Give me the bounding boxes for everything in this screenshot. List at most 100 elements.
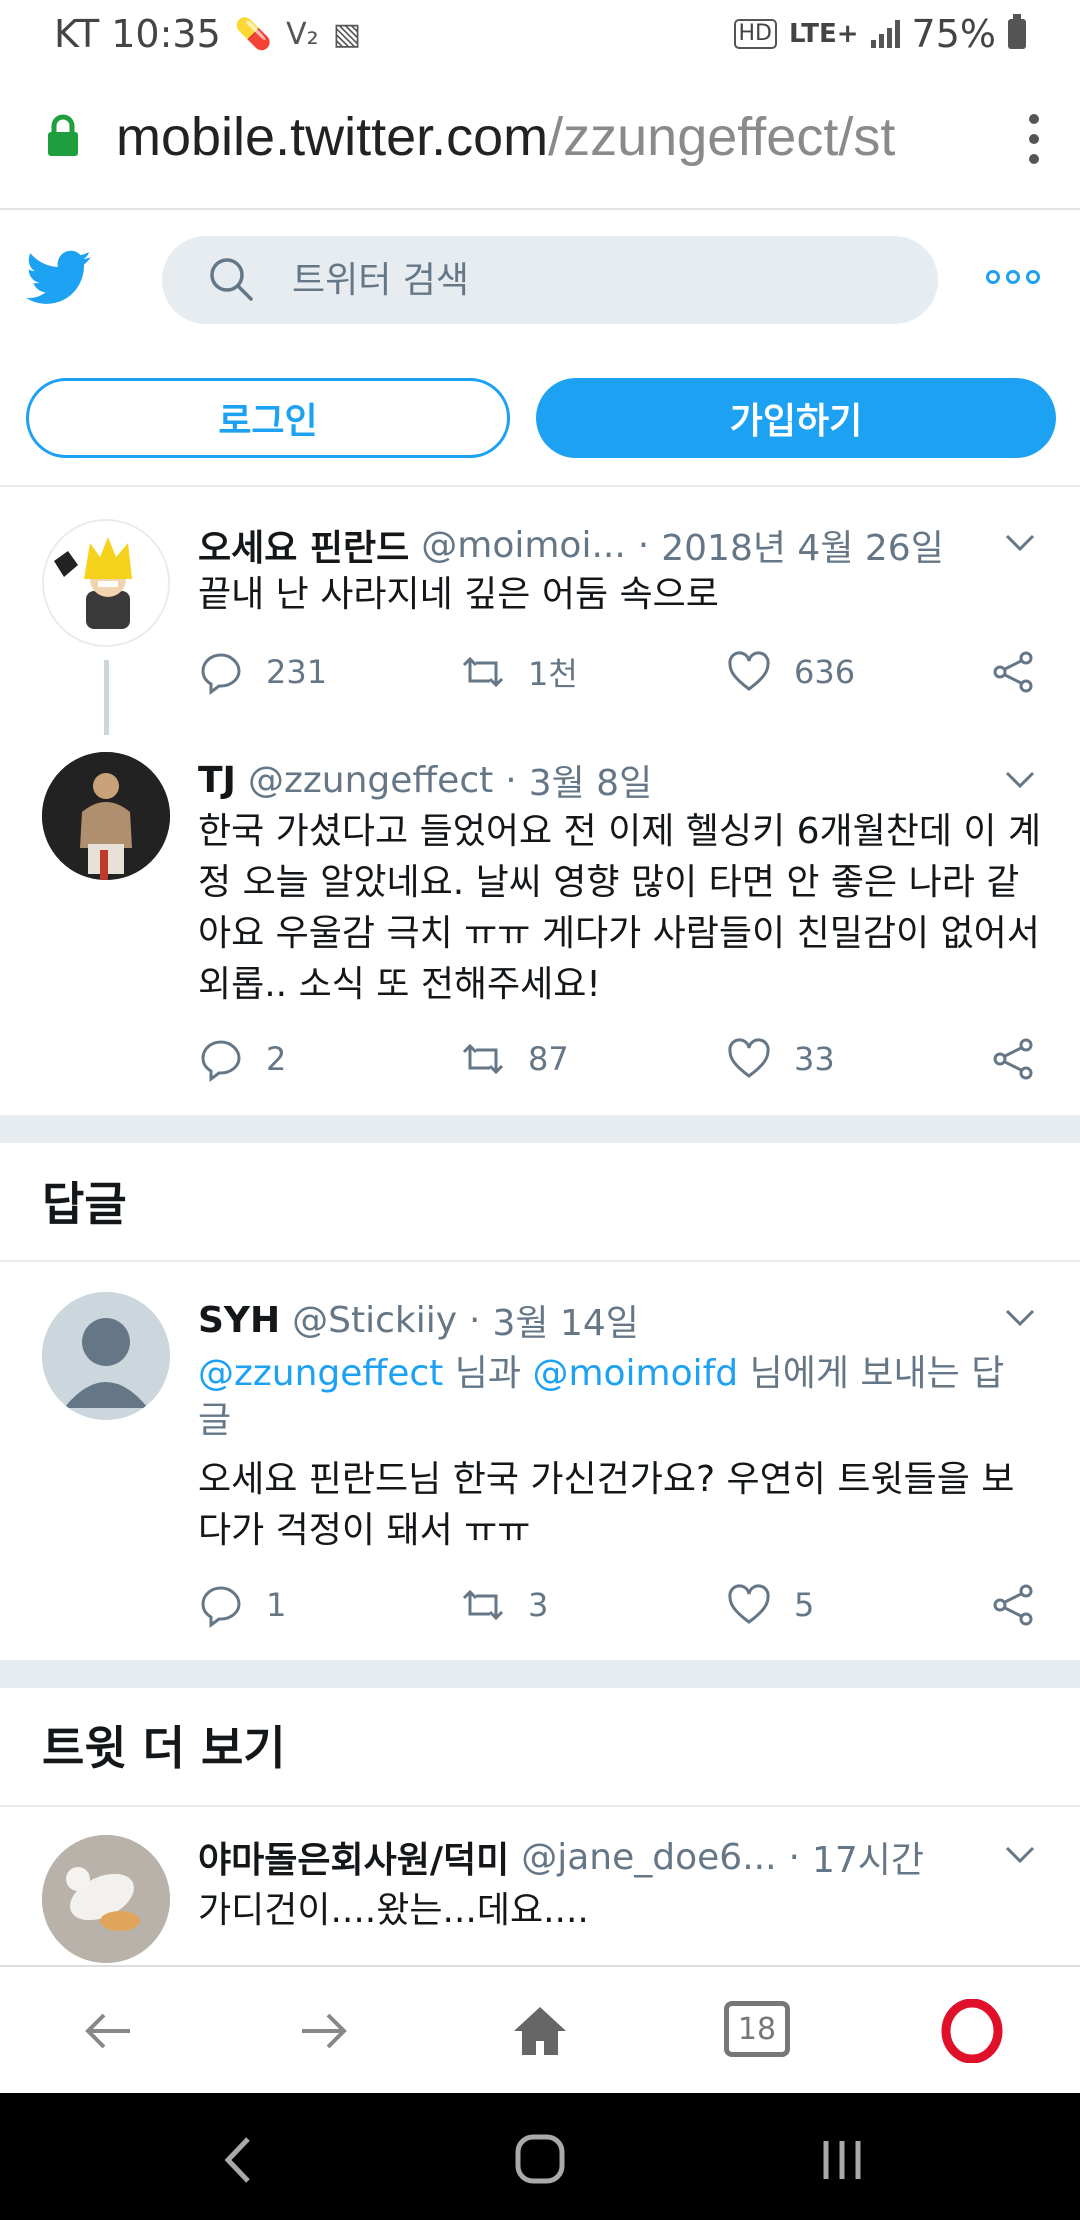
status-right: HD LTE+ 75% (733, 12, 1026, 56)
like-action[interactable]: 33 (726, 1036, 835, 1082)
thread-line (104, 660, 109, 735)
tweet-date[interactable]: 17시간 (812, 1831, 924, 1883)
android-recents-icon[interactable] (820, 2135, 864, 2185)
tweet-date[interactable]: 3월 8일 (529, 754, 653, 806)
heart-icon (728, 1584, 770, 1624)
search-box[interactable] (162, 236, 938, 324)
retweet-count: 3 (528, 1586, 549, 1624)
separator-dot: · (469, 1299, 481, 1341)
status-bar: KT 10:35 💊 V₂ ▧ HD LTE+ 75% (0, 0, 1080, 66)
mention-link[interactable]: @moimoifd (532, 1353, 738, 1394)
retweet-count: 87 (528, 1040, 569, 1078)
url-host: mobile.twitter.com (116, 107, 549, 167)
tweet-original[interactable]: 오세요 핀란드 @moimoi... · 2018년 4월 26일 끝내 난 사… (0, 489, 1080, 725)
avatar[interactable] (42, 1835, 170, 1963)
tweet-actions: 1 3 5 (198, 1582, 1044, 1632)
url-text[interactable]: mobile.twitter.com/zzungeffect/st (116, 106, 976, 168)
replies-heading: 답글 (42, 1177, 127, 1231)
home-icon[interactable] (508, 1999, 572, 2063)
opera-logo-icon[interactable] (940, 1999, 1004, 2063)
author-name[interactable]: 오세요 핀란드 (198, 519, 409, 571)
avatar-photo (42, 752, 170, 880)
share-icon (993, 1038, 1033, 1080)
hd-voice-icon: HD (733, 19, 777, 49)
more-tweets-heading: 트윗 더 보기 (42, 1721, 286, 1775)
more-tweet[interactable]: 야마돌은회사원/덕미 @jane_doe6... · 17시간 가디건이....… (0, 1807, 1080, 1965)
chevron-down-icon[interactable] (1004, 533, 1036, 553)
signal-icon (870, 20, 900, 48)
carrier-time: KT 10:35 (54, 12, 221, 56)
twitter-header: 로그인 가입하기 (0, 212, 1080, 487)
retweet-action[interactable]: 87 (460, 1036, 569, 1082)
reply-count: 1 (266, 1586, 287, 1624)
browser-bottom-nav: 18 (0, 1965, 1080, 2093)
browser-menu-icon[interactable] (1026, 114, 1042, 164)
avatar[interactable] (42, 519, 170, 647)
android-home-icon[interactable] (514, 2133, 566, 2185)
mention-link[interactable]: @zzungeffect (198, 1353, 443, 1394)
section-divider (0, 1660, 1080, 1688)
retweet-action[interactable]: 3 (460, 1582, 548, 1628)
retweet-icon (462, 656, 504, 688)
reply-action[interactable]: 2 (198, 1036, 286, 1082)
retweet-count: 1천 (528, 655, 578, 693)
default-avatar-icon (42, 1292, 170, 1420)
tweet-header: TJ @zzungeffect · 3월 8일 (198, 754, 652, 806)
tweet-main[interactable]: TJ @zzungeffect · 3월 8일 한국 가셨다고 들었어요 전 이… (0, 740, 1080, 1110)
author-handle[interactable]: @zzungeffect (248, 760, 493, 801)
url-bar[interactable]: mobile.twitter.com/zzungeffect/st (0, 66, 1080, 210)
signup-button[interactable]: 가입하기 (536, 378, 1056, 458)
login-button[interactable]: 로그인 (26, 378, 510, 458)
section-divider (0, 1115, 1080, 1143)
tweet-text: 가디건이....왔는...데요.... (198, 1890, 589, 1931)
author-handle[interactable]: @jane_doe6... (521, 1837, 776, 1878)
tweet-date[interactable]: 2018년 4월 26일 (661, 519, 944, 571)
like-count: 636 (794, 653, 856, 691)
separator-dot: · (788, 1836, 800, 1878)
share-icon (993, 651, 1033, 693)
reply-icon (201, 653, 241, 695)
like-action[interactable]: 5 (726, 1582, 814, 1628)
share-icon (993, 1584, 1033, 1626)
more-options-icon[interactable] (986, 270, 1040, 284)
battery-icon (1008, 14, 1026, 49)
twitter-bird-icon[interactable] (26, 248, 92, 308)
share-action[interactable] (990, 1036, 1036, 1082)
retweet-icon (462, 1043, 504, 1075)
author-name[interactable]: 야마돌은회사원/덕미 (198, 1831, 509, 1883)
share-action[interactable] (990, 649, 1036, 695)
back-arrow-icon[interactable] (76, 1999, 140, 2063)
chevron-down-icon[interactable] (1004, 770, 1036, 790)
reply-count: 2 (266, 1040, 287, 1078)
android-back-icon[interactable] (218, 2135, 258, 2185)
tweet-date[interactable]: 3월 14일 (493, 1294, 639, 1346)
reply-tweet[interactable]: SYH @Stickiiy · 3월 14일 @zzungeffect 님과 @… (0, 1262, 1080, 1652)
heart-icon (728, 651, 770, 691)
volte-icon: V₂ (286, 16, 319, 52)
forward-arrow-icon[interactable] (292, 1999, 356, 2063)
pill-icon: 💊 (234, 16, 273, 52)
reply-action[interactable]: 231 (198, 649, 327, 695)
tweet-actions: 2 87 33 (198, 1036, 1044, 1086)
avatar[interactable] (42, 1292, 170, 1420)
author-handle[interactable]: @moimoi... (421, 525, 626, 566)
author-handle[interactable]: @Stickiiy (292, 1300, 457, 1341)
chevron-down-icon[interactable] (1004, 1308, 1036, 1328)
tweet-actions: 231 1천 636 (198, 649, 1044, 699)
search-input[interactable] (292, 236, 892, 324)
heart-icon (728, 1038, 770, 1078)
reply-action[interactable]: 1 (198, 1582, 286, 1628)
avatar[interactable] (42, 752, 170, 880)
retweet-action[interactable]: 1천 (460, 649, 578, 695)
tabs-count-button[interactable]: 18 (724, 2001, 790, 2057)
like-action[interactable]: 636 (726, 649, 855, 695)
chevron-down-icon[interactable] (1004, 1845, 1036, 1865)
android-nav-bar (0, 2093, 1080, 2220)
reply-icon (201, 1586, 241, 1628)
tweet-text: 끝내 난 사라지네 깊은 어둠 속으로 (198, 574, 719, 615)
gallery-search-icon: ▧ (332, 16, 362, 52)
share-action[interactable] (990, 1582, 1036, 1628)
replying-to: @zzungeffect 님과 @moimoifd 님에게 보내는 답글 (198, 1350, 1028, 1444)
author-name[interactable]: TJ (198, 760, 236, 801)
author-name[interactable]: SYH (198, 1300, 280, 1341)
